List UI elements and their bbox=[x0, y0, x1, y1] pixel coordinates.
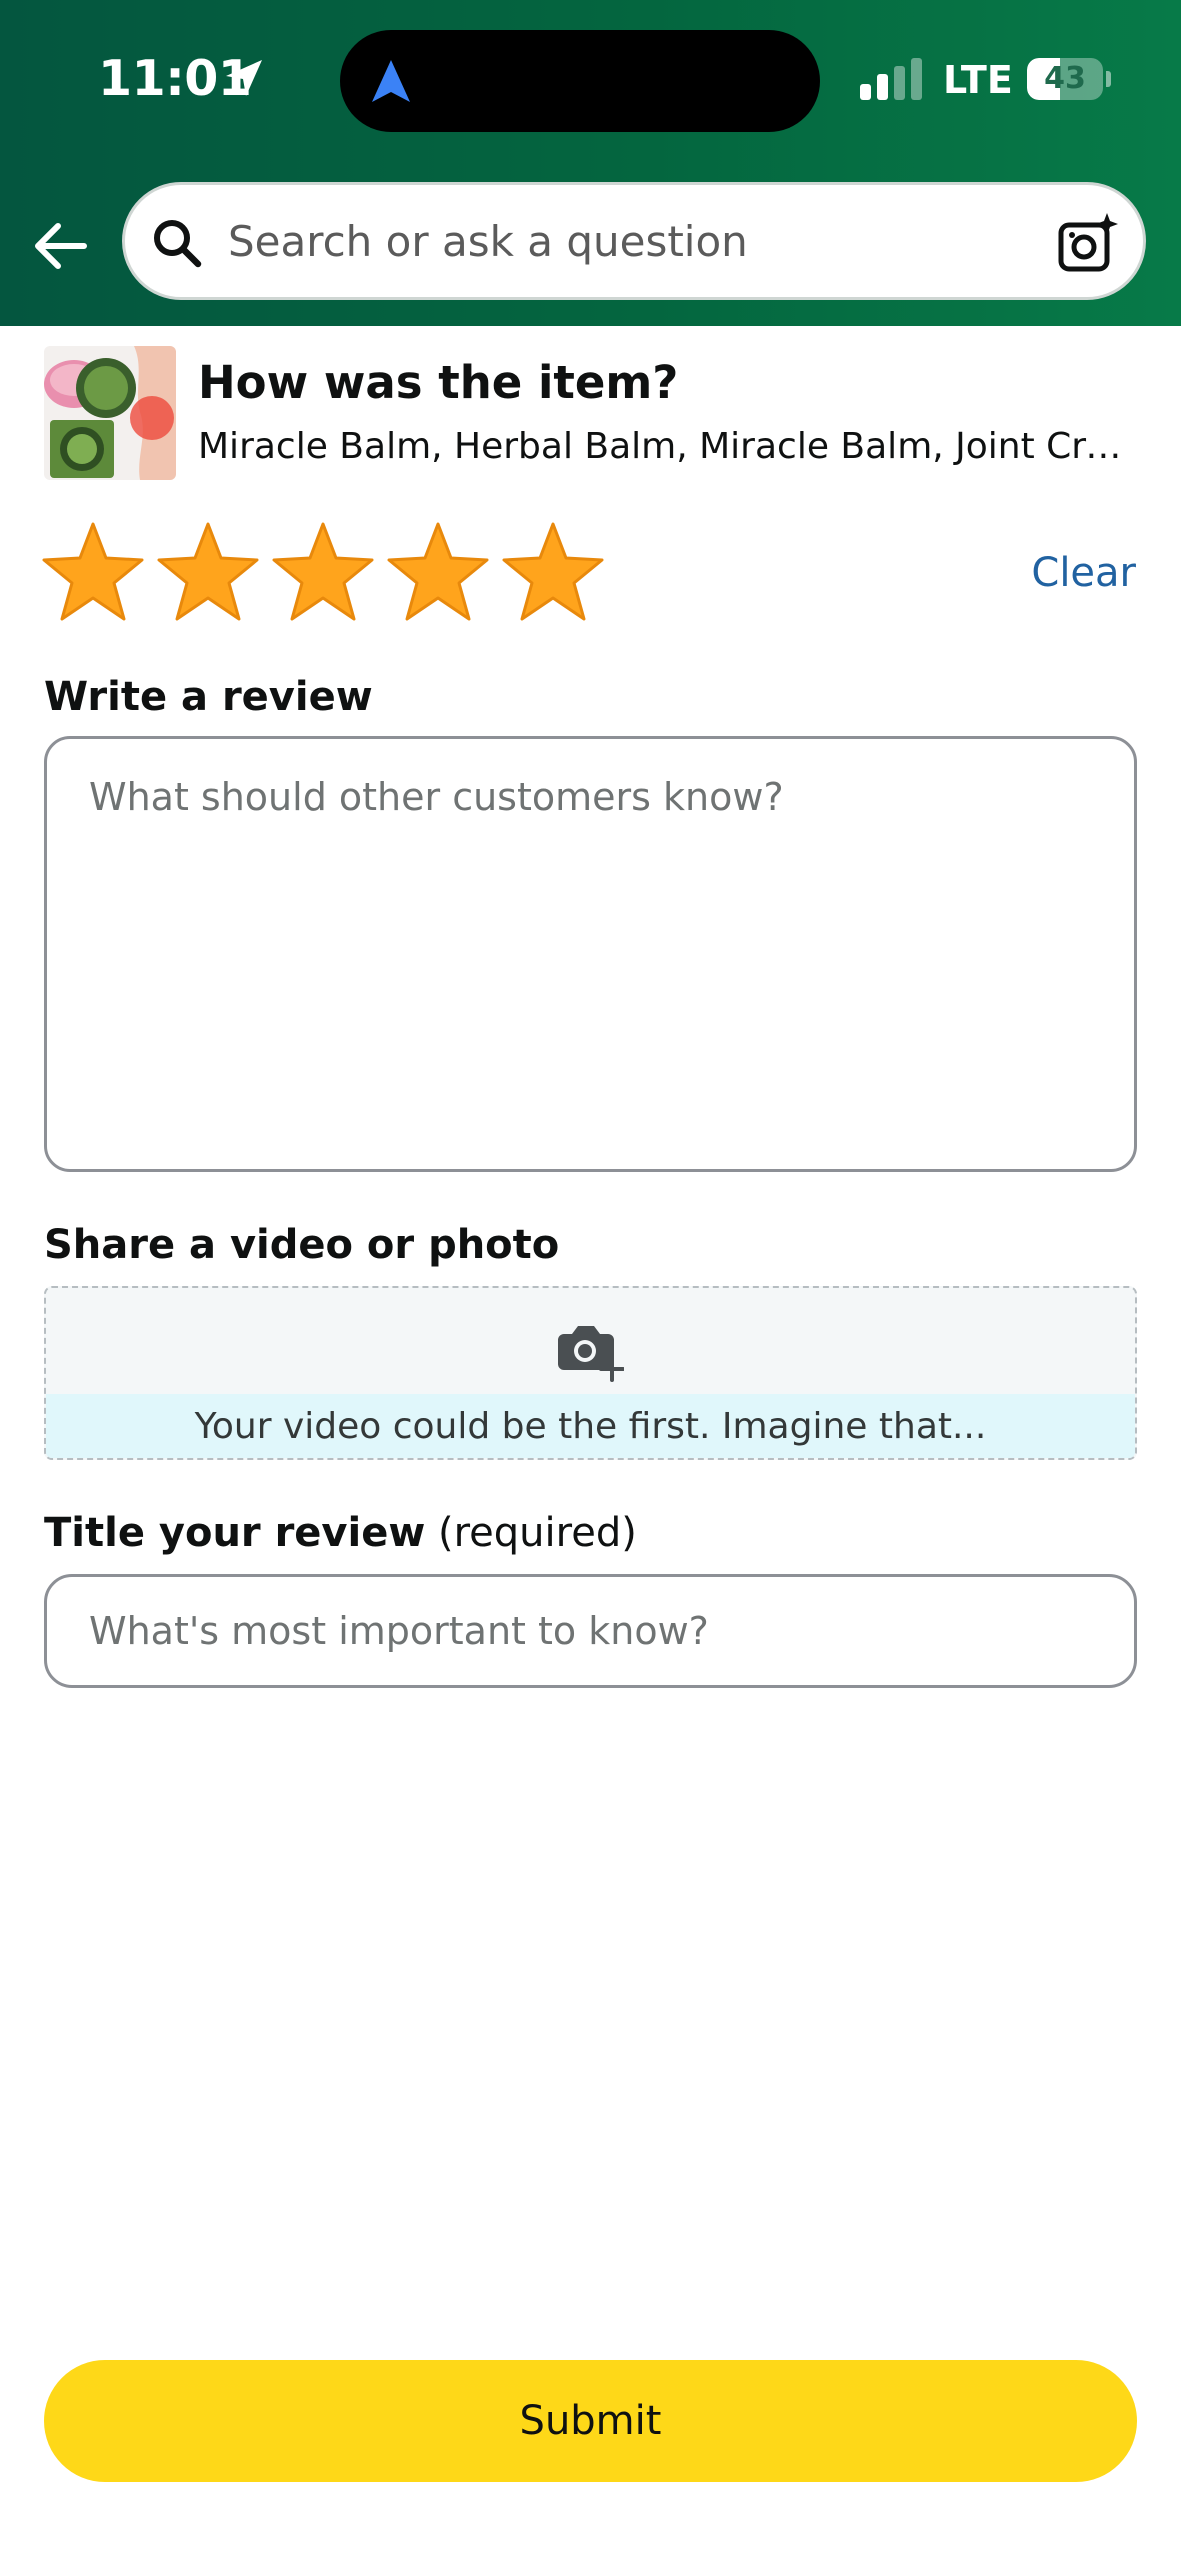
battery-icon: 43 bbox=[1027, 58, 1111, 100]
media-hint-banner: Your video could be the first. Imagine t… bbox=[46, 1394, 1135, 1458]
search-icon bbox=[154, 220, 202, 268]
clear-rating-button[interactable]: Clear bbox=[1031, 550, 1136, 596]
write-review-label: Write a review bbox=[44, 674, 373, 720]
star-icon[interactable] bbox=[385, 520, 491, 626]
app-header: 11:01 LTE 43 Search or ask a question bbox=[0, 0, 1181, 326]
star-icon[interactable] bbox=[155, 520, 261, 626]
title-label-text: Title your review bbox=[44, 1510, 426, 1556]
share-media-label: Share a video or photo bbox=[44, 1222, 560, 1268]
star-icon[interactable] bbox=[40, 520, 146, 626]
battery-percent: 43 bbox=[1044, 61, 1086, 96]
back-arrow-icon[interactable] bbox=[28, 214, 92, 278]
star-icon[interactable] bbox=[500, 520, 606, 626]
dynamic-island bbox=[340, 30, 820, 132]
camera-add-icon bbox=[558, 1326, 624, 1382]
review-title-input[interactable] bbox=[44, 1574, 1137, 1688]
title-review-label: Title your review (required) bbox=[44, 1510, 637, 1556]
search-input[interactable]: Search or ask a question bbox=[228, 217, 748, 266]
star-icon[interactable] bbox=[270, 520, 376, 626]
media-upload-area[interactable]: Your video could be the first. Imagine t… bbox=[44, 1286, 1137, 1460]
location-arrow-icon bbox=[226, 60, 262, 96]
required-indicator: (required) bbox=[425, 1510, 637, 1556]
review-prompt-title: How was the item? bbox=[198, 356, 679, 409]
search-bar[interactable]: Search or ask a question bbox=[122, 182, 1146, 300]
product-thumbnail bbox=[44, 346, 176, 480]
star-rating[interactable] bbox=[40, 520, 615, 630]
media-hint-text: Your video could be the first. Imagine t… bbox=[194, 1406, 987, 1447]
review-textarea[interactable] bbox=[44, 736, 1137, 1172]
cellular-signal-icon bbox=[860, 58, 922, 100]
product-name: Miracle Balm, Herbal Balm, Miracle Balm,… bbox=[198, 426, 1138, 467]
submit-button[interactable]: Submit bbox=[44, 2360, 1137, 2482]
network-type: LTE bbox=[943, 58, 1013, 102]
navigation-arrow-icon bbox=[372, 60, 410, 102]
camera-search-icon[interactable] bbox=[1057, 213, 1119, 273]
